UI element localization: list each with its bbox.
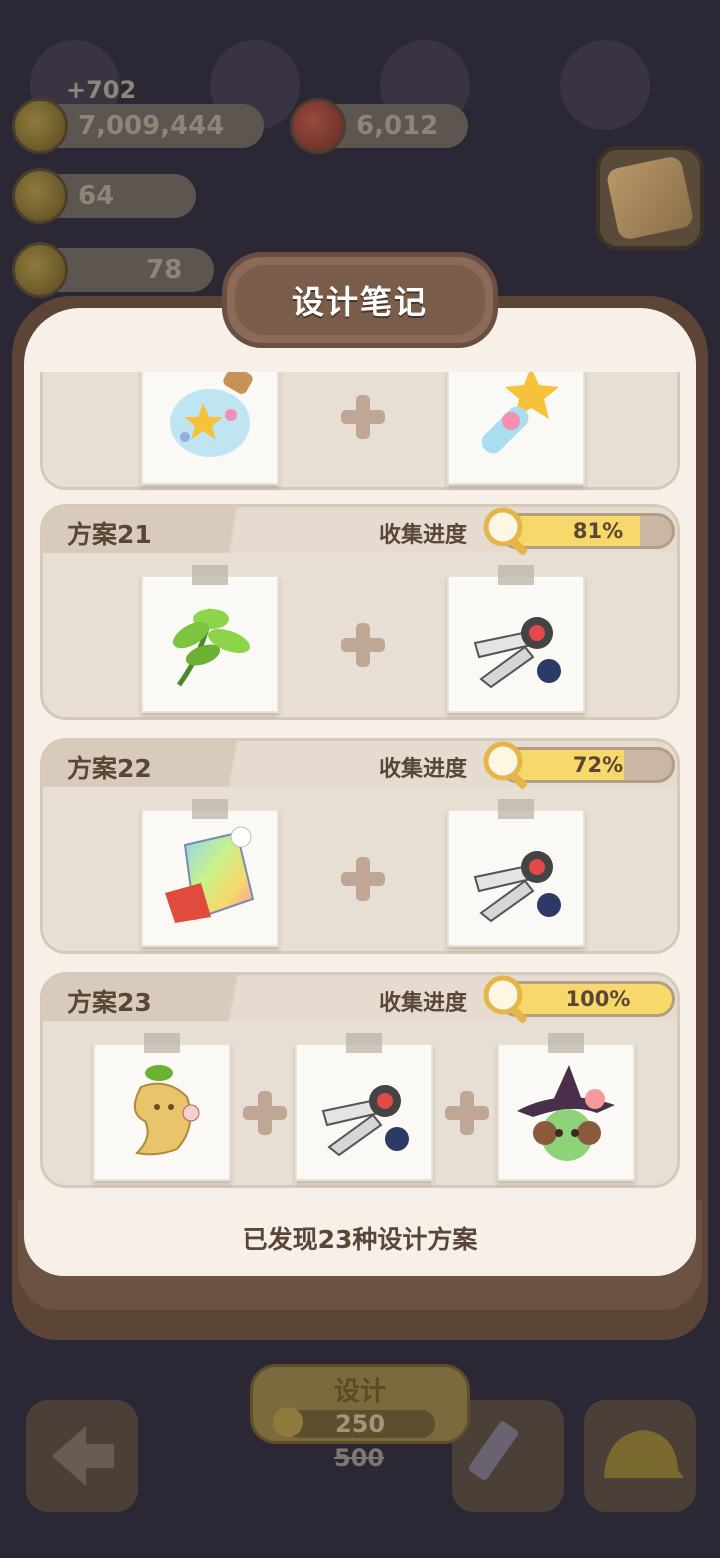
tape — [498, 799, 534, 819]
plan-header: 方案23 收集进度 100% — [43, 975, 677, 1023]
design-cost: 250 — [334, 1410, 386, 1438]
progress-label: 收集进度 — [379, 991, 468, 1016]
tape — [192, 799, 228, 819]
star-wand-icon — [481, 372, 559, 454]
tape — [346, 1033, 382, 1053]
magnifier-icon — [483, 975, 527, 1023]
sunflower-icon — [273, 1407, 303, 1437]
discovered-count-text: 已发现23种设计方案 — [242, 1225, 478, 1254]
plan-card: 方案21 收集进度 81% — [40, 504, 680, 720]
gem-counter: 6,012 — [290, 98, 468, 154]
flower-value: 64 — [78, 181, 115, 211]
strawberry-gem-icon — [290, 98, 346, 154]
design-book-button[interactable] — [596, 146, 704, 250]
helmet-icon — [604, 1430, 684, 1478]
magnifier-icon — [483, 507, 527, 555]
sunflower-icon — [12, 242, 68, 298]
plan-name: 方案22 — [67, 754, 152, 783]
plan-slots — [43, 372, 677, 487]
title-plate-inner: 设计笔记 — [235, 265, 485, 335]
helmet-slot[interactable] — [584, 1400, 696, 1512]
plus-icon — [341, 857, 385, 901]
book-icon — [605, 154, 695, 242]
design-button-label: 设计 — [333, 1377, 386, 1407]
plus-icon — [341, 623, 385, 667]
scissors-icon — [473, 617, 561, 689]
plan-slots — [43, 1021, 677, 1185]
item-photo[interactable] — [447, 565, 585, 713]
hidden-count-value: 78 — [146, 255, 183, 285]
plus-icon — [243, 1091, 287, 1135]
back-button[interactable] — [26, 1400, 138, 1512]
hidden-counter: 78 — [12, 242, 214, 298]
green-herb-icon — [172, 608, 250, 687]
design-button[interactable]: 设计 250 — [250, 1364, 470, 1444]
tape — [498, 565, 534, 585]
item-photo[interactable] — [295, 1033, 433, 1181]
plan-slots — [43, 787, 677, 951]
flower-counter: 64 — [12, 168, 196, 224]
plan-name: 方案23 — [67, 988, 152, 1017]
old-cost: 500 — [334, 1444, 385, 1472]
item-photo[interactable] — [141, 799, 279, 947]
coin-delta: +702 — [66, 76, 137, 104]
item-photo[interactable] — [93, 1033, 231, 1181]
item-photo[interactable] — [141, 565, 279, 713]
coin-counter: 7,009,444 — [12, 98, 264, 154]
coin-value: 7,009,444 — [78, 111, 225, 141]
plans-list[interactable]: 方案21 收集进度 81% 方案22 收集进度 72% 方案23 收集进度 10… — [36, 372, 684, 1194]
progress-label: 收集进度 — [379, 523, 468, 548]
tape — [192, 565, 228, 585]
mandrake-icon — [134, 1065, 200, 1156]
plan-header: 方案21 收集进度 81% — [43, 507, 677, 555]
plan-header: 方案22 收集进度 72% — [43, 741, 677, 789]
tape — [144, 1033, 180, 1053]
plus-icon — [341, 395, 385, 439]
progress-label: 收集进度 — [379, 757, 468, 782]
item-photo[interactable] — [447, 799, 585, 947]
plus-icon — [445, 1091, 489, 1135]
panel-title: 设计笔记 — [291, 283, 428, 321]
arrow-left-icon — [52, 1426, 114, 1486]
plan-card: 方案23 收集进度 100% — [40, 972, 680, 1188]
plan-card — [40, 372, 680, 490]
plan-card: 方案22 收集进度 72% — [40, 738, 680, 954]
tape — [548, 1033, 584, 1053]
sun-coin-icon — [12, 98, 68, 154]
bg-decoration — [560, 40, 650, 130]
item-photo[interactable] — [141, 372, 279, 485]
rainbow-bag-icon — [165, 826, 255, 923]
sunflower-icon — [12, 168, 68, 224]
magnifier-icon — [483, 741, 527, 789]
star-jar-icon — [170, 372, 253, 457]
gem-value: 6,012 — [356, 111, 439, 141]
title-plate: 设计笔记 — [222, 252, 498, 348]
witch-girl-icon — [517, 1065, 615, 1161]
item-photo[interactable] — [497, 1033, 635, 1181]
item-photo[interactable] — [447, 372, 585, 485]
scissors-icon — [321, 1085, 409, 1157]
design-cost-bar: 250 — [273, 1407, 435, 1438]
scissors-icon — [473, 851, 561, 923]
plan-slots — [43, 553, 677, 717]
plan-name: 方案21 — [67, 520, 152, 549]
